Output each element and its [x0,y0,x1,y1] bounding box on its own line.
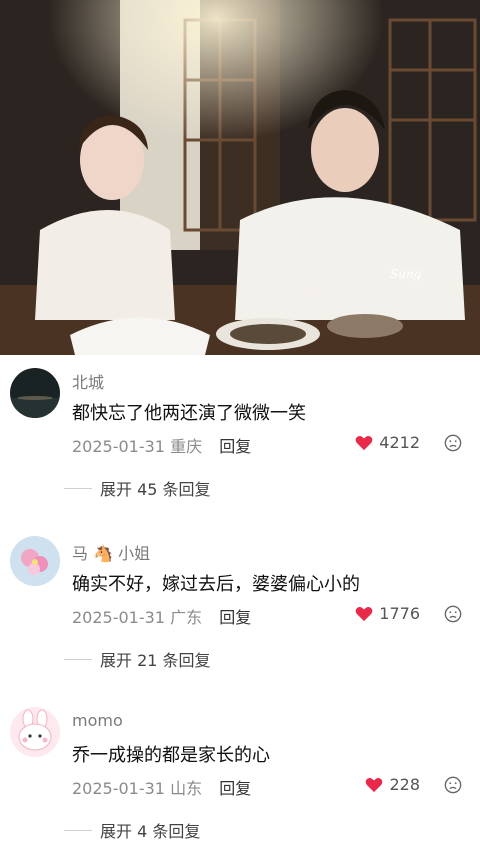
comment-location: 重庆 [170,437,203,456]
comment-meta: 2025-01-31 广东 回复 [72,604,251,628]
comment-text: 乔一成操的都是家长的心 [72,745,270,766]
expand-replies-button[interactable]: 展开 21 条回复 [64,647,211,671]
expand-replies-label: 展开 4 条回复 [100,822,201,841]
like-count: 228 [389,775,420,794]
horse-emoji-icon: 🐴 [93,544,114,563]
comment-item: momo 乔一成操的都是家长的心 2025-01-31 山东 回复 228 展开… [0,707,480,847]
username[interactable]: 北城 [72,369,104,393]
reply-button[interactable]: 回复 [219,437,251,456]
watermark-text: Sung [390,267,422,281]
divider-line [64,487,92,489]
comment-text: 确实不好，嫁过去后，婆婆偏心小的 [72,574,360,595]
expand-replies-label: 展开 45 条回复 [100,480,211,499]
pink-flower-avatar-icon [10,536,60,586]
comment-text: 都快忘了他两还演了微微一笑 [72,403,306,424]
comment-date: 2025-01-31 [72,779,165,798]
heart-icon [355,606,373,621]
like-button[interactable]: 1776 [355,604,420,623]
comment-location: 山东 [170,779,203,798]
video-still-image: Sung [0,0,480,355]
dislike-face-icon[interactable] [444,434,462,452]
video-still[interactable]: Sung [0,0,480,355]
like-button[interactable]: 4212 [355,433,420,452]
username-prefix: 马 [72,544,89,563]
comment-item: 马 🐴 小姐 确实不好，嫁过去后，婆婆偏心小的 2025-01-31 广东 回复… [0,536,480,676]
user-avatar[interactable] [10,707,60,757]
comment-item: 北城 都快忘了他两还演了微微一笑 2025-01-31 重庆 回复 4212 展… [0,365,480,505]
heart-icon [355,435,373,450]
reply-button[interactable]: 回复 [219,608,251,627]
comment-date: 2025-01-31 [72,608,165,627]
comment-date: 2025-01-31 [72,437,165,456]
heart-icon [366,777,383,792]
comment-meta: 2025-01-31 重庆 回复 [72,433,251,457]
expand-replies-label: 展开 21 条回复 [100,651,211,670]
username[interactable]: 马 🐴 小姐 [72,540,150,564]
username[interactable]: momo [72,711,123,730]
username-suffix: 小姐 [118,544,151,563]
expand-replies-button[interactable]: 展开 4 条回复 [64,818,200,842]
dark-landscape-avatar-icon [10,368,60,418]
comment-meta: 2025-01-31 山东 回复 [72,775,251,799]
pink-bunny-avatar-icon [10,707,60,757]
expand-replies-button[interactable]: 展开 45 条回复 [64,476,211,500]
like-count: 1776 [379,604,420,623]
dislike-face-icon[interactable] [444,605,462,623]
divider-line [64,829,92,831]
like-button[interactable]: 228 [365,775,420,794]
like-count: 4212 [379,433,420,452]
dislike-face-icon[interactable] [444,776,462,794]
user-avatar[interactable] [10,536,60,586]
user-avatar[interactable] [10,368,60,418]
comment-location: 广东 [170,608,203,627]
reply-button[interactable]: 回复 [219,779,251,798]
divider-line [64,658,92,660]
